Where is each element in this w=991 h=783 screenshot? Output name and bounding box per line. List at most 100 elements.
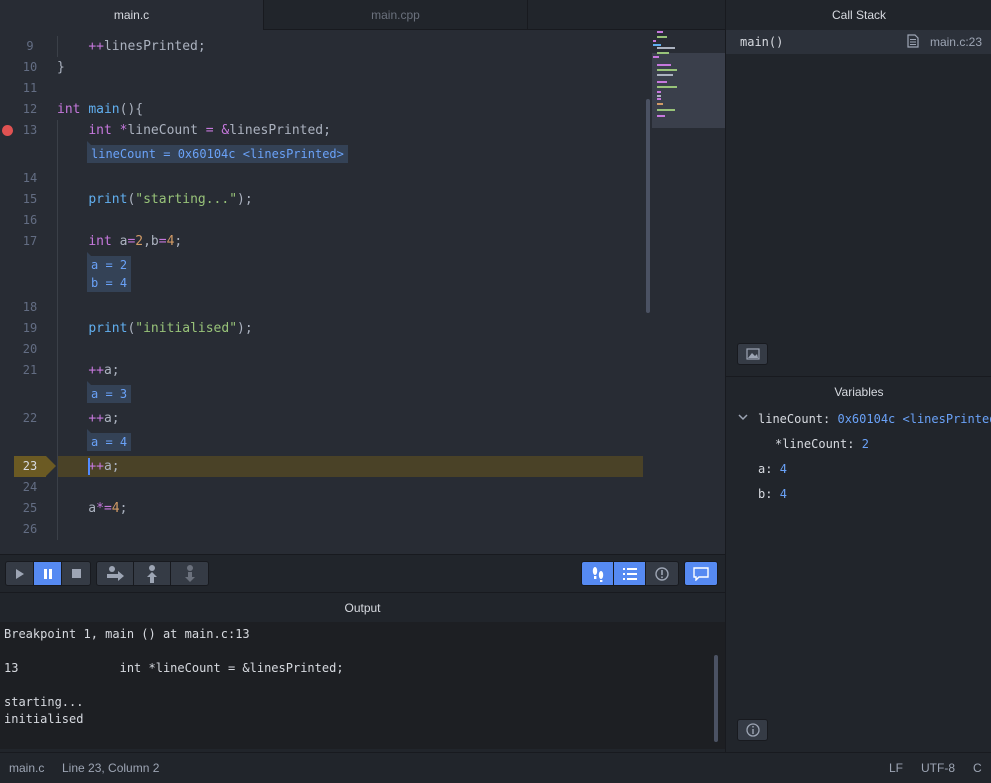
variable-value: 4 [779,462,787,476]
code-line[interactable]: 19 print("initialised"); [0,318,645,339]
code-line[interactable]: 14 [0,168,645,189]
code-text: ++a; [57,408,119,429]
inline-value: a = 2 [87,256,132,274]
indent-guide [57,477,58,498]
stop-button[interactable] [62,562,90,585]
image-icon [745,348,760,360]
indent-guide [57,498,58,519]
pause-button[interactable] [34,562,62,585]
code-line[interactable]: 22 ++a; [0,408,645,429]
tab-label: main.c [113,8,150,22]
code-editor[interactable]: 9 ++linesPrinted; 10} 11 12 int main(){13 in… [0,30,725,554]
code-token: ); [237,321,253,336]
breakpoint-icon[interactable] [2,125,13,136]
continue-button[interactable] [6,562,34,585]
code-token: *= [96,501,112,516]
exceptions-toggle[interactable] [646,562,678,585]
variable-row[interactable]: lineCount: 0x60104c <linesPrinted> [758,409,991,429]
line-number: 14 [22,171,38,185]
call-stack-action-button[interactable] [737,343,768,365]
step-into-icon [184,564,195,582]
info-button[interactable] [737,719,768,741]
console-toggle[interactable] [685,562,717,585]
output-line: starting... [4,695,84,709]
code-line[interactable]: 25 a*=4; [0,498,645,519]
output-scrollbar[interactable] [714,655,718,742]
output-panel[interactable]: Breakpoint 1, main () at main.c:13 13 in… [0,622,725,749]
status-language[interactable]: C [973,753,982,783]
code-token: a; [103,459,120,474]
footsteps-icon [592,566,603,582]
line-number: 21 [22,363,38,377]
variable-row[interactable]: a: 4 [758,459,787,479]
call-stack-frame[interactable]: main() main.c:23 [726,30,991,54]
indent-guide [57,519,58,540]
line-number: 11 [22,81,38,95]
indent-guide [57,189,58,210]
code-line[interactable]: 20 [0,339,645,360]
code-line[interactable]: 15 print("starting..."); [0,189,645,210]
code-line[interactable]: 12 int main(){ [0,99,645,120]
code-line[interactable]: 11 [0,78,645,99]
code-line[interactable]: 9 ++linesPrinted; [0,36,645,57]
variable-value: 4 [779,487,787,501]
step-over-button[interactable] [97,562,134,585]
code-line[interactable]: 26 [0,519,645,540]
variable-name: *lineCount: [775,437,855,451]
step-over-icon [107,565,124,581]
code-line[interactable]: 21 ++a; [0,360,645,381]
status-line-ending[interactable]: LF [889,753,903,783]
code-token: "initialised" [135,321,238,336]
editor-scrollbar[interactable] [646,99,650,313]
variable-row[interactable]: b: 4 [758,484,787,504]
variable-row[interactable]: *lineCount: 2 [775,434,869,454]
line-number: 20 [22,342,38,356]
output-line: Breakpoint 1, main () at main.c:13 [4,627,250,641]
minimap-line [657,103,663,105]
minimap-line [657,47,675,49]
code-line[interactable]: 13 int *lineCount = &linesPrinted; [0,120,645,141]
code-text: ++linesPrinted; [57,36,205,57]
minimap-line [653,44,661,46]
status-file[interactable]: main.c [9,753,44,783]
status-encoding[interactable]: UTF-8 [921,753,955,783]
minimap-line [653,56,659,58]
code-line[interactable]: 24 [0,477,645,498]
minimap-line [657,98,661,100]
minimap-line [657,64,671,66]
minimap-line [657,95,661,97]
code-token: 4 [111,501,120,516]
list-toggle[interactable] [614,562,646,585]
code-token: "starting..." [135,192,238,207]
code-text: print("initialised"); [57,318,253,339]
code-line[interactable]: 16 [0,210,645,231]
code-line[interactable]: 18 [0,297,645,318]
tab-main-cpp[interactable]: main.cpp [264,0,528,30]
minimap[interactable] [652,30,725,554]
current-code-line[interactable]: 23 ++a; [0,456,645,477]
code-line[interactable]: 10} [0,57,645,78]
line-number: 19 [22,321,38,335]
code-token: ); [237,192,253,207]
tab-main-c[interactable]: main.c [0,0,264,30]
step-out-button[interactable] [134,562,171,585]
minimap-line [657,86,677,88]
step-into-button[interactable] [171,562,208,585]
breakpoints-toggle[interactable] [582,562,614,585]
line-number: 16 [22,213,38,227]
current-line-highlight [57,456,643,477]
code-line[interactable]: 17 int a=2,b=4; [0,231,645,252]
code-token: int [88,234,112,249]
code-text: print("starting..."); [57,189,253,210]
status-cursor-position[interactable]: Line 23, Column 2 [62,753,159,783]
output-header: Output [0,592,725,622]
chevron-down-icon[interactable] [738,414,748,422]
status-bar: main.c Line 23, Column 2 LF UTF-8 C [0,752,991,783]
indent-guide [57,252,58,297]
line-number: 13 [22,123,38,137]
